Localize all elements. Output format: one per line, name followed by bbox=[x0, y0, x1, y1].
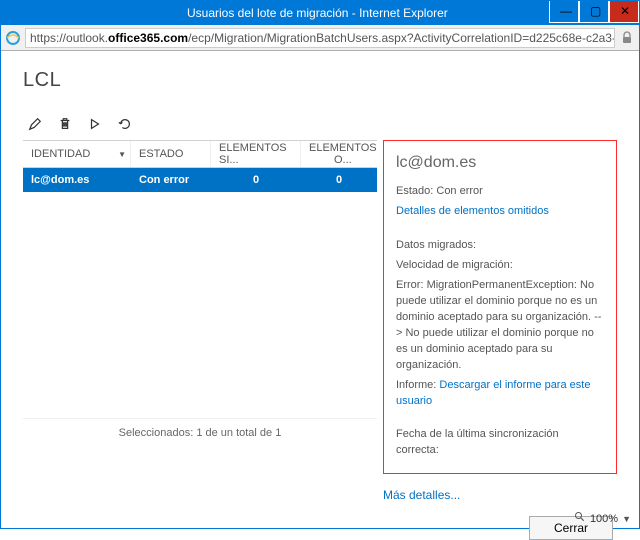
cell-si: 0 bbox=[211, 174, 301, 186]
table-row[interactable]: lc@dom.es Con error 0 0 bbox=[23, 168, 377, 192]
lock-icon bbox=[619, 30, 635, 46]
cell-o: 0 bbox=[301, 174, 377, 186]
col-state[interactable]: ESTADO bbox=[131, 141, 211, 167]
maximize-button[interactable]: ▢ bbox=[579, 1, 609, 23]
ie-favicon-icon bbox=[5, 30, 21, 46]
page-content: LCL IDENTIDAD▼ ESTADO ELEMENTOS SI... EL… bbox=[1, 51, 639, 528]
col-elements-o[interactable]: ELEMENTOS O... bbox=[301, 141, 377, 167]
refresh-icon[interactable] bbox=[117, 116, 133, 132]
cell-state: Con error bbox=[131, 174, 211, 186]
detail-last-sync: Fecha de la última sincronización correc… bbox=[396, 427, 604, 459]
details-box: lc@dom.es Estado: Con error Detalles de … bbox=[383, 140, 617, 474]
cell-identity: lc@dom.es bbox=[23, 174, 131, 186]
window-close-button[interactable]: ✕ bbox=[609, 1, 639, 23]
delete-icon[interactable] bbox=[57, 116, 73, 132]
page-title: LCL bbox=[23, 69, 617, 92]
detail-error: Error: MigrationPermanentException: No p… bbox=[396, 278, 604, 374]
address-input[interactable]: https://outlook.office365.com/ecp/Migrat… bbox=[25, 28, 615, 48]
play-icon[interactable] bbox=[87, 116, 103, 132]
minimize-button[interactable]: — bbox=[549, 1, 579, 23]
window-titlebar: Usuarios del lote de migración - Interne… bbox=[1, 1, 639, 25]
more-details-link[interactable]: Más detalles... bbox=[383, 488, 460, 502]
detail-migrated: Datos migrados: bbox=[396, 238, 604, 254]
zoom-icon[interactable] bbox=[574, 511, 586, 526]
zoom-dropdown-icon[interactable]: ▼ bbox=[622, 514, 631, 524]
detail-report: Informe: Descargar el informe para este … bbox=[396, 378, 604, 410]
grid-footer: Seleccionados: 1 de un total de 1 bbox=[23, 418, 377, 443]
url-prefix: https://outlook. bbox=[30, 31, 108, 45]
url-path: /ecp/Migration/MigrationBatchUsers.aspx?… bbox=[188, 31, 615, 45]
address-bar: https://outlook.office365.com/ecp/Migrat… bbox=[1, 25, 639, 51]
detail-title: lc@dom.es bbox=[396, 151, 604, 174]
detail-speed: Velocidad de migración: bbox=[396, 258, 604, 274]
caption-buttons: — ▢ ✕ bbox=[549, 1, 639, 25]
col-elements-si[interactable]: ELEMENTOS SI... bbox=[211, 141, 301, 167]
window-title: Usuarios del lote de migración - Interne… bbox=[187, 1, 549, 25]
url-host: office365.com bbox=[108, 31, 188, 45]
col-identity[interactable]: IDENTIDAD▼ bbox=[23, 141, 131, 167]
toolbar bbox=[27, 116, 617, 132]
users-grid: IDENTIDAD▼ ESTADO ELEMENTOS SI... ELEMEN… bbox=[23, 140, 377, 540]
edit-icon[interactable] bbox=[27, 116, 43, 132]
skipped-items-link[interactable]: Detalles de elementos omitidos bbox=[396, 205, 549, 217]
status-bar: 100% ▼ bbox=[574, 511, 631, 526]
sort-arrow-icon: ▼ bbox=[118, 150, 126, 159]
detail-state: Estado: Con error bbox=[396, 184, 604, 200]
details-pane: lc@dom.es Estado: Con error Detalles de … bbox=[377, 140, 617, 540]
grid-header-row: IDENTIDAD▼ ESTADO ELEMENTOS SI... ELEMEN… bbox=[23, 140, 377, 168]
zoom-level: 100% bbox=[590, 513, 618, 525]
